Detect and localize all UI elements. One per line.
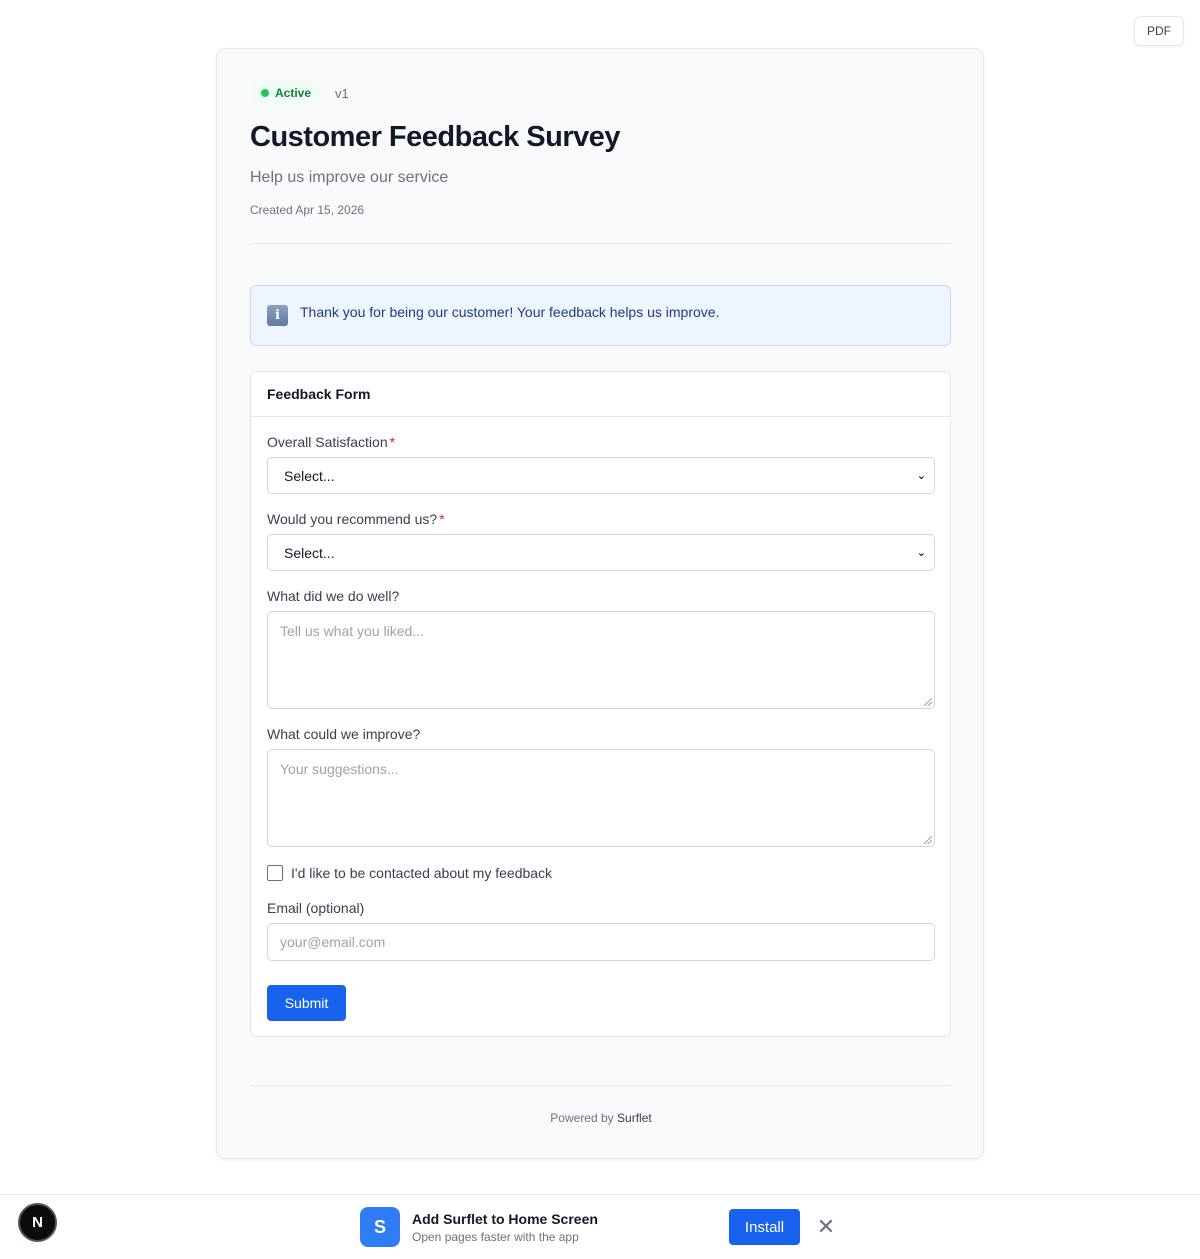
satisfaction-select[interactable]: Select... ⌄ xyxy=(267,457,935,494)
submit-button[interactable]: Submit xyxy=(267,985,346,1021)
install-button[interactable]: Install xyxy=(729,1209,800,1245)
created-date: Created Apr 15, 2026 xyxy=(250,203,365,217)
resize-grip-icon[interactable] xyxy=(924,698,932,706)
page-title: Customer Feedback Survey xyxy=(250,121,620,153)
contact-checkbox[interactable] xyxy=(267,865,283,881)
next-logo-icon[interactable]: N xyxy=(18,1203,57,1242)
email-field[interactable]: your@email.com xyxy=(267,923,935,961)
status-badge: Active xyxy=(250,81,322,105)
info-notice: i Thank you for being our customer! Your… xyxy=(250,285,951,346)
form-title: Feedback Form xyxy=(251,372,950,417)
info-text: Thank you for being our customer! Your f… xyxy=(300,304,720,320)
chevron-down-icon: ⌄ xyxy=(916,547,926,559)
install-subtitle: Open pages faster with the app xyxy=(412,1230,579,1244)
survey-card: Active v1 Customer Feedback Survey Help … xyxy=(216,48,984,1159)
status-row: Active v1 xyxy=(250,81,349,105)
status-text: Active xyxy=(275,86,312,100)
footer-divider xyxy=(250,1085,951,1086)
contact-checkbox-row[interactable]: I'd like to be contacted about my feedba… xyxy=(267,865,552,881)
pdf-button[interactable]: PDF xyxy=(1134,16,1184,46)
close-icon[interactable]: ✕ xyxy=(815,1214,837,1240)
app-icon: S xyxy=(360,1207,400,1247)
required-mark: * xyxy=(389,434,396,450)
chevron-down-icon: ⌄ xyxy=(916,470,926,482)
install-banner: N S Add Surflet to Home Screen Open page… xyxy=(0,1194,1200,1259)
header-divider xyxy=(250,243,951,244)
recommend-value: Select... xyxy=(284,544,335,561)
status-dot-icon xyxy=(261,89,269,97)
improve-label: What could we improve? xyxy=(267,726,421,742)
recommend-label: Would you recommend us? * xyxy=(267,511,445,527)
email-label: Email (optional) xyxy=(267,900,365,916)
improve-textarea[interactable]: Your suggestions... xyxy=(267,749,935,847)
page-subtitle: Help us improve our service xyxy=(250,169,449,186)
version-label: v1 xyxy=(335,85,349,101)
contact-checkbox-label[interactable]: I'd like to be contacted about my feedba… xyxy=(291,865,552,881)
resize-grip-icon[interactable] xyxy=(924,836,932,844)
satisfaction-label: Overall Satisfaction * xyxy=(267,434,396,450)
email-placeholder: your@email.com xyxy=(280,934,386,950)
recommend-select[interactable]: Select... ⌄ xyxy=(267,534,935,571)
satisfaction-value: Select... xyxy=(284,467,335,484)
powered-brand[interactable]: Surflet xyxy=(617,1111,652,1125)
well-placeholder: Tell us what you liked... xyxy=(280,623,424,639)
info-icon: i xyxy=(267,305,288,326)
powered-by: Powered by Surflet xyxy=(217,1111,985,1125)
install-title: Add Surflet to Home Screen xyxy=(412,1211,598,1227)
feedback-form: Feedback Form Overall Satisfaction * Sele… xyxy=(250,371,951,1037)
required-mark: * xyxy=(439,511,445,527)
improve-placeholder: Your suggestions... xyxy=(280,761,399,777)
well-label: What did we do well? xyxy=(267,588,400,604)
well-textarea[interactable]: Tell us what you liked... xyxy=(267,611,935,709)
powered-prefix: Powered by xyxy=(550,1111,614,1125)
